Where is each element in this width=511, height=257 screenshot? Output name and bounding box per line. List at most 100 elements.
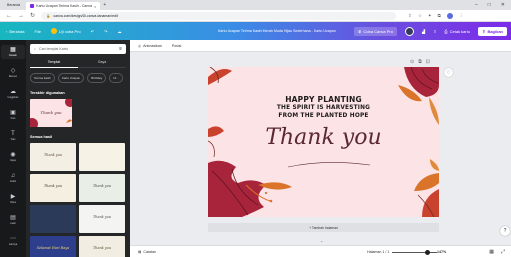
cloud-save-icon[interactable]: ☁ [117,29,121,34]
file-menu-button[interactable]: File [34,29,40,34]
template-thumb[interactable]: Thank you [30,174,76,202]
background-icon: ▤ [10,215,16,221]
chip-birthday[interactable]: Birthday [87,73,107,83]
card-subheading-2[interactable]: FROM THE PLANTED HOPE [208,113,439,119]
position-button[interactable]: Posisi [172,44,182,48]
template-thumb[interactable]: Thank you [79,174,125,202]
animate-icon: ◎ [138,43,142,48]
minimize-button[interactable]: – [475,2,478,8]
editor-toolbar: ◎ Animasikan Posisi [130,40,511,52]
rail-item-elements[interactable]: ◇ Elemen [1,66,25,80]
crown-icon [50,28,57,34]
new-tab-icon[interactable]: + [103,2,106,8]
bottom-bar: ▤ Catatan Halaman 1 / 1 147% ▦ ⤢ [130,245,511,257]
card-script-text[interactable]: Thank you [208,125,439,150]
rail-label: Desain [9,54,17,57]
try-pro-button[interactable]: ♛ Coba Canva Pro [353,26,397,36]
position-label: Posisi [171,43,182,48]
chip-greeting-card[interactable]: Kartu Ucapan [57,73,85,83]
upload-icon[interactable]: ⇧ [433,29,436,34]
help-button[interactable]: ? [500,226,510,236]
animate-button[interactable]: ◎ Animasikan [138,44,162,48]
chip-more[interactable]: Ul... [109,73,123,83]
rail-item-more[interactable]: ⋯ Lainnya [1,234,25,248]
template-thumb[interactable]: Selamat Hari Raya [30,236,76,257]
rail-item-text[interactable]: T Teks [1,129,25,143]
browser-menu-icon[interactable]: ⋮ [459,13,464,19]
template-thumb[interactable] [79,143,125,171]
grid-view-icon[interactable]: ▦ [489,249,494,255]
maximize-button[interactable]: □ [488,2,491,8]
music-icon: ♫ [10,173,16,179]
rail-item-video[interactable]: ▶ Video [1,192,25,206]
side-rail: ▦ Desain ◇ Elemen ☁ Unggahan ▣ Foto T Teks ◉ G… [0,40,26,257]
card-subheading-1[interactable]: THE SPIRIT IS HARVESTING [208,105,439,111]
trial-label: Uji coba Pro [58,28,81,34]
rail-label: Latar [10,222,16,225]
document-title[interactable]: Kartu Ucapan Terima Kasih Merah Muda Hij… [218,29,336,33]
duplicate-page-icon[interactable]: ⧉ [418,59,422,65]
undo-icon[interactable]: ↶ [91,29,94,34]
rail-item-design[interactable]: ▦ Desain [1,45,25,59]
share-page-icon[interactable]: ⇪ [408,13,412,19]
tab-templates[interactable]: Templat [30,60,78,68]
forward-icon[interactable]: → [18,13,24,19]
zoom-slider[interactable] [392,249,437,255]
card-heading[interactable]: HAPPY PLANTING [208,95,439,104]
print-button[interactable]: ⎙ Cetak kartu [444,29,470,34]
profile-avatar[interactable] [446,12,453,19]
back-icon[interactable]: ← [6,13,12,19]
rail-item-styles[interactable]: ◉ Gaya [1,150,25,164]
bookmark-star-icon[interactable]: ☆ [418,13,422,19]
notes-button[interactable]: ▤ Catatan [138,250,156,254]
design-canvas-page[interactable]: HAPPY PLANTING THE SPIRIT IS HARVESTING … [208,67,439,217]
reload-icon[interactable]: ↻ [30,12,35,19]
fullscreen-icon[interactable]: ⤢ [501,249,505,255]
chip-thank-you[interactable]: Terima kasih [30,73,55,83]
pro-trial-button[interactable]: Uji coba Pro [50,28,81,34]
home-label: Beranda [9,28,25,34]
more-icon: ⋯ [10,236,16,242]
rail-label: Audio [9,180,17,183]
comment-button[interactable]: ♡ [444,68,453,77]
browser-tab-home[interactable]: Beranda [3,1,24,9]
template-search-input[interactable]: ⌕ Cari templat Kartu ≡ [30,44,126,54]
puzzle-icon[interactable]: ⧉ [438,13,441,19]
rail-item-audio[interactable]: ♫ Audio [1,171,25,185]
crown-icon: ♛ [357,28,362,34]
file-label: File [34,28,41,34]
lock-page-icon[interactable]: ⊙ [410,59,414,65]
browser-tab-canva[interactable]: Kartu Ucapan Terima Kasih - Canva × [26,2,101,10]
add-page-icon[interactable]: ⊡ [426,59,430,65]
template-thumb[interactable]: Thank you [79,236,125,257]
zoom-slider-handle[interactable] [424,249,430,255]
recent-template-thumb[interactable]: Thank you [30,99,72,127]
url-field[interactable]: 🔒 canva.com/design/Dl-canva-tanaman/edit [41,11,397,20]
template-thumb[interactable]: Thank you [79,205,125,233]
add-page-button[interactable]: + Tambah halaman [208,223,439,232]
close-window-button[interactable]: ✕ [501,2,505,8]
rail-item-photos[interactable]: ▣ Foto [1,108,25,122]
close-tab-icon[interactable]: × [94,4,96,9]
rail-item-uploads[interactable]: ☁ Unggahan [1,87,25,101]
tab-styles[interactable]: Gaya [78,60,126,68]
photo-icon: ▣ [10,110,16,116]
analytics-icon[interactable]: ▟ [422,29,425,34]
template-thumb[interactable] [30,205,76,233]
tab-label: Beranda [7,3,21,7]
filter-icon[interactable]: ≡ [119,46,122,52]
palette-icon: ◉ [10,152,16,158]
canva-favicon-icon [30,4,35,8]
zoom-level[interactable]: 147% [437,250,446,254]
home-button[interactable]: ‹ Beranda [6,29,24,34]
share-button[interactable]: ⇪ Bagikan [478,26,507,36]
share-icon: ⇪ [482,28,486,34]
extension-icon[interactable]: ✦ [428,13,432,19]
page-indicator[interactable]: Halaman 1 / 1 [367,250,389,254]
user-avatar[interactable] [404,26,414,36]
template-thumb[interactable]: Thank you [30,143,76,171]
recent-heading: Terakhir digunakan [30,91,65,95]
rail-item-background[interactable]: ▤ Latar [1,213,25,227]
redo-icon[interactable]: ↷ [104,29,107,34]
recent-thumb-title: Thank you [40,110,62,115]
